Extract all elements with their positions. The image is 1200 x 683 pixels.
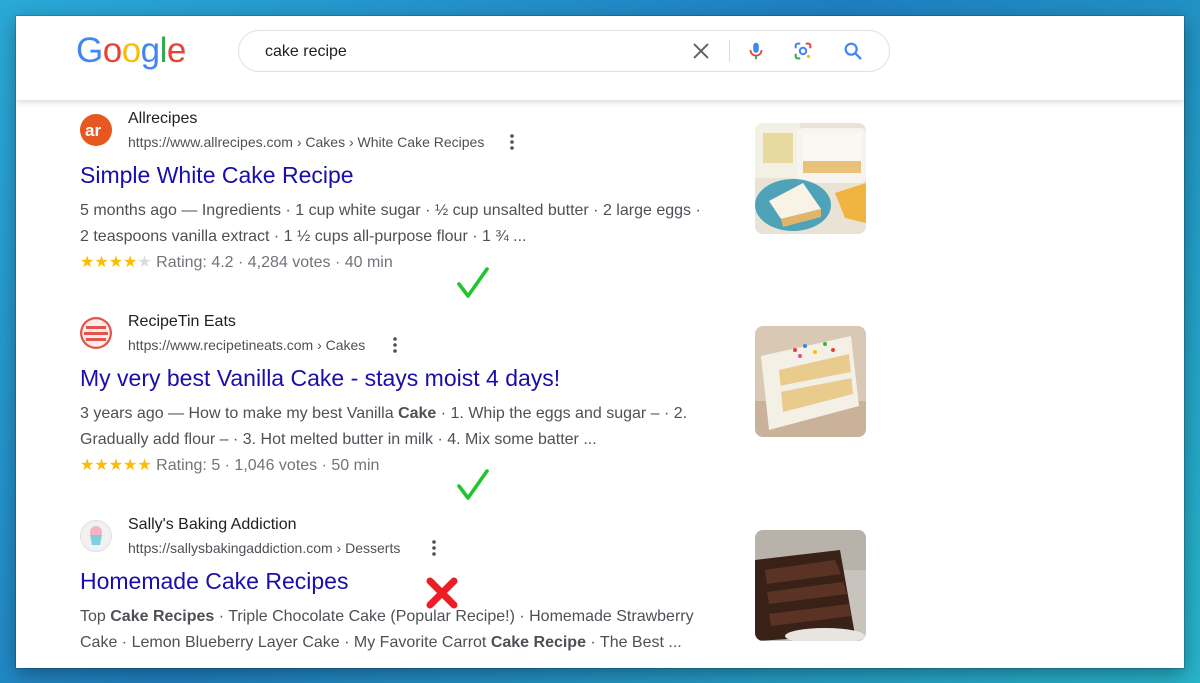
site-name: RecipeTin Eats — [128, 313, 236, 330]
search-icon[interactable] — [842, 40, 864, 62]
sallys-baking-favicon — [80, 520, 112, 552]
search-header: Google — [16, 16, 1184, 101]
search-results: ar Allrecipes https://www.allrecipes.com… — [16, 100, 1184, 668]
more-options-icon[interactable] — [504, 132, 520, 152]
more-options-icon[interactable] — [426, 538, 442, 558]
green-check-icon — [457, 469, 489, 500]
red-cross-icon — [426, 577, 458, 609]
result-thumbnail[interactable] — [755, 530, 866, 641]
result-snippet: 3 years ago — How to make my best Vanill… — [80, 401, 740, 453]
clear-icon[interactable] — [690, 40, 712, 62]
site-name: Sally's Baking Addiction — [128, 516, 297, 533]
google-lens-icon[interactable] — [792, 40, 814, 62]
svg-text:ar: ar — [85, 121, 101, 140]
search-divider — [729, 40, 730, 62]
search-box[interactable] — [238, 30, 890, 72]
rating-text: Rating: 4.2 · 4,284 votes · 40 min — [156, 254, 393, 271]
microphone-icon[interactable] — [745, 40, 767, 62]
rating-stars: ★★★★★ — [80, 254, 152, 271]
result-rating: ★★★★★ Rating: 5 · 1,046 votes · 50 min — [80, 455, 379, 475]
result-thumbnail[interactable] — [755, 123, 866, 234]
green-check-icon — [457, 267, 489, 298]
snippet-line: Gradually add flour – · 3. Hot melted bu… — [80, 431, 597, 448]
search-result: RecipeTin Eats https://www.recipetineats… — [80, 303, 740, 503]
browser-frame: Google cake recipe ar Allrecipes https:/… — [16, 16, 1184, 668]
result-title-link[interactable]: My very best Vanilla Cake - stays moist … — [80, 365, 560, 392]
result-site[interactable]: Sally's Baking Addiction https://sallysb… — [80, 506, 740, 556]
search-result: ar Allrecipes https://www.allrecipes.com… — [80, 100, 740, 300]
result-site[interactable]: RecipeTin Eats https://www.recipetineats… — [80, 303, 740, 353]
site-url: https://www.recipetineats.com › Cakes — [128, 337, 366, 353]
rating-text: Rating: 5 · 1,046 votes · 50 min — [156, 457, 380, 474]
allrecipes-favicon: ar — [80, 114, 112, 146]
site-url: https://www.allrecipes.com › Cakes › Whi… — [128, 134, 485, 150]
recipetin-eats-favicon — [80, 317, 112, 349]
result-site[interactable]: ar Allrecipes https://www.allrecipes.com… — [80, 100, 740, 150]
snippet-line: 3 years ago — How to make my best Vanill… — [80, 405, 688, 422]
search-result: Sally's Baking Addiction https://sallysb… — [80, 506, 740, 666]
search-input[interactable] — [263, 39, 677, 65]
more-options-icon[interactable] — [387, 335, 403, 355]
site-name: Allrecipes — [128, 110, 198, 127]
snippet-line: 5 months ago — Ingredients · 1 cup white… — [80, 202, 701, 219]
rating-stars: ★★★★★ — [80, 457, 152, 474]
result-snippet: Top Cake Recipes · Triple Chocolate Cake… — [80, 604, 740, 656]
result-title-link[interactable]: Simple White Cake Recipe — [80, 162, 354, 189]
snippet-line: 2 teaspoons vanilla extract · 1 ½ cups a… — [80, 228, 527, 245]
snippet-line: Cake · Lemon Blueberry Layer Cake · My F… — [80, 634, 682, 651]
result-rating: ★★★★★ Rating: 4.2 · 4,284 votes · 40 min — [80, 252, 393, 272]
snippet-line: Top Cake Recipes · Triple Chocolate Cake… — [80, 608, 694, 625]
result-title-link[interactable]: Homemade Cake Recipes — [80, 568, 348, 595]
site-url: https://sallysbakingaddiction.com › Dess… — [128, 540, 401, 556]
google-logo[interactable]: Google — [76, 31, 186, 71]
result-snippet: 5 months ago — Ingredients · 1 cup white… — [80, 198, 740, 250]
result-thumbnail[interactable] — [755, 326, 866, 437]
